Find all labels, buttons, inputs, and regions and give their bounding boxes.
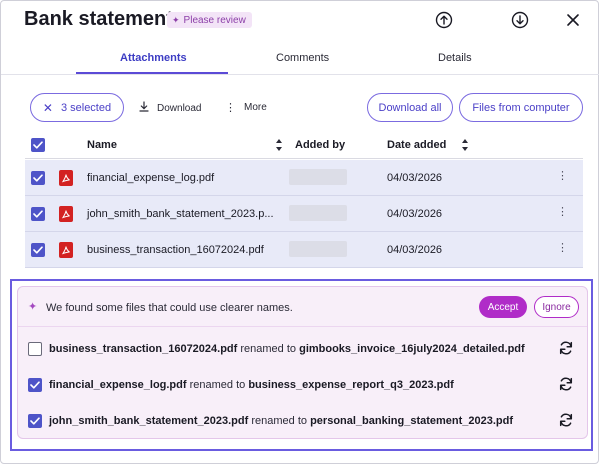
tab-bar: Attachments Comments Details [1, 41, 599, 75]
tab-details[interactable]: Details [438, 52, 472, 64]
renamed-to-label: renamed to [189, 379, 246, 391]
added-by-redacted [289, 241, 347, 257]
pdf-icon [59, 206, 73, 222]
clear-icon: ✕ [42, 100, 53, 115]
review-badge-label: Please review [183, 14, 246, 26]
date-added: 04/03/2026 [387, 172, 443, 184]
sort-date-icon[interactable] [461, 138, 469, 152]
sparkle-icon: ✦ [172, 14, 180, 25]
pdf-icon [59, 170, 73, 186]
sparkle-icon: ✦ [28, 301, 38, 313]
more-label: More [244, 102, 267, 113]
column-name: Name [87, 139, 117, 151]
suggestion-item: john_smith_bank_statement_2023.pdf renam… [18, 403, 587, 439]
date-added: 04/03/2026 [387, 244, 443, 256]
table-row[interactable]: financial_expense_log.pdf 04/03/2026 ⋮ [25, 160, 583, 196]
file-name[interactable]: john_smith_bank_statement_2023.p... [87, 208, 274, 220]
table-row[interactable]: john_smith_bank_statement_2023.p... 04/0… [25, 196, 583, 232]
accept-button[interactable]: Accept [479, 296, 527, 318]
column-date-added: Date added [387, 139, 447, 151]
suggested-filename: gimbooks_invoice_16july2024_detailed.pdf [299, 343, 525, 355]
download-arrow-icon [139, 101, 149, 115]
select-all-checkbox[interactable] [31, 138, 45, 152]
suggested-filename: personal_banking_statement_2023.pdf [310, 415, 514, 427]
row-checkbox[interactable] [31, 171, 45, 185]
table-header: Name Added by Date added [25, 131, 583, 159]
review-status-badge: ✦ Please review [167, 12, 252, 28]
download-selected-button[interactable]: Download [139, 101, 201, 115]
divider [18, 326, 587, 327]
original-filename: business_transaction_16072024.pdf [49, 343, 238, 355]
suggestion-checkbox[interactable] [28, 414, 42, 428]
table-row[interactable]: business_transaction_16072024.pdf 04/03/… [25, 232, 583, 268]
active-tab-indicator [76, 72, 228, 74]
suggestion-item: business_transaction_16072024.pdf rename… [18, 331, 587, 367]
dialog-title: Bank statement [24, 8, 173, 30]
suggestion-checkbox[interactable] [28, 342, 42, 356]
file-name[interactable]: financial_expense_log.pdf [87, 172, 214, 184]
row-checkbox[interactable] [31, 243, 45, 257]
row-more-icon[interactable]: ⋮ [557, 205, 568, 218]
regenerate-icon[interactable] [558, 340, 574, 356]
column-added-by: Added by [295, 139, 346, 151]
row-more-icon[interactable]: ⋮ [557, 241, 568, 254]
renamed-to-label: renamed to [251, 415, 308, 427]
renamed-to-label: renamed to [240, 343, 297, 355]
clear-selection-button[interactable]: ✕ 3 selected [30, 93, 124, 122]
upload-icon[interactable] [435, 11, 453, 29]
pdf-icon [59, 242, 73, 258]
more-actions-button[interactable]: ⋮ More [225, 101, 267, 114]
date-added: 04/03/2026 [387, 208, 443, 220]
suggestion-message: We found some files that could use clear… [46, 302, 293, 314]
row-checkbox[interactable] [31, 207, 45, 221]
kebab-icon: ⋮ [225, 102, 236, 114]
added-by-redacted [289, 205, 347, 221]
tab-comments[interactable]: Comments [276, 52, 329, 64]
suggestion-item: financial_expense_log.pdf renamed to bus… [18, 367, 587, 403]
ignore-button[interactable]: Ignore [534, 296, 579, 318]
original-filename: financial_expense_log.pdf [49, 379, 187, 391]
download-label: Download [157, 102, 202, 114]
regenerate-icon[interactable] [558, 376, 574, 392]
suggestion-text: business_transaction_16072024.pdf rename… [49, 343, 525, 355]
download-all-button[interactable]: Download all [367, 93, 453, 122]
row-more-icon[interactable]: ⋮ [557, 169, 568, 182]
close-icon[interactable] [564, 11, 582, 29]
files-from-computer-button[interactable]: Files from computer [459, 93, 583, 122]
download-icon[interactable] [511, 11, 529, 29]
original-filename: john_smith_bank_statement_2023.pdf [49, 415, 249, 427]
suggestion-checkbox[interactable] [28, 378, 42, 392]
file-name[interactable]: business_transaction_16072024.pdf [87, 244, 264, 256]
added-by-redacted [289, 169, 347, 185]
bank-statement-dialog: Bank statement ✦ Please review Attachmen… [0, 0, 599, 464]
suggestion-text: financial_expense_log.pdf renamed to bus… [49, 379, 454, 391]
regenerate-icon[interactable] [558, 412, 574, 428]
rename-suggestions-panel: ✦ We found some files that could use cle… [17, 286, 588, 439]
tab-attachments[interactable]: Attachments [120, 52, 187, 64]
suggested-filename: business_expense_report_q3_2023.pdf [248, 379, 454, 391]
sort-name-icon[interactable] [275, 138, 283, 152]
suggestion-text: john_smith_bank_statement_2023.pdf renam… [49, 415, 513, 427]
selected-count-label: 3 selected [60, 101, 112, 114]
